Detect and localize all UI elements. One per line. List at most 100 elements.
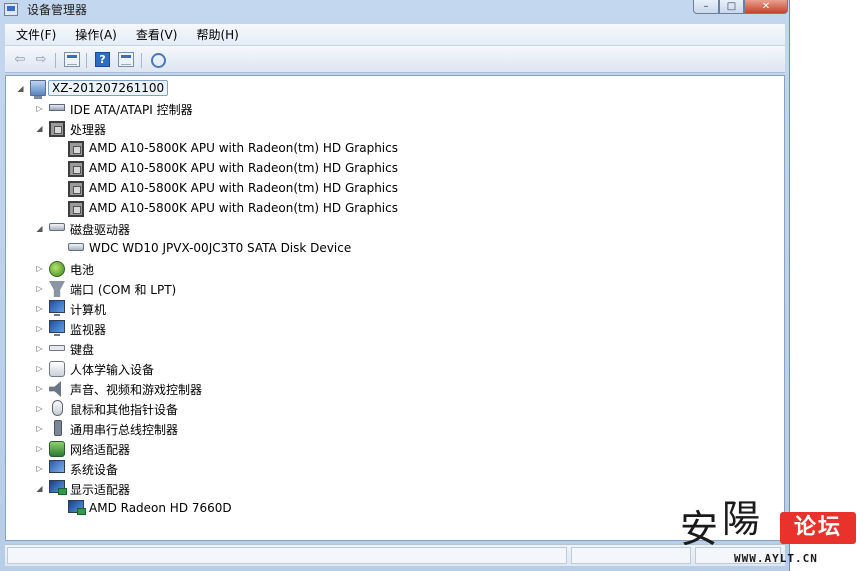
forward-arrow-icon[interactable]: ⇨ (32, 51, 50, 68)
tree-item-label: 显示适配器 (70, 483, 131, 497)
tree-root[interactable]: ◢ XZ-201207261100 (6, 79, 776, 99)
device-tree: ◢ XZ-201207261100 ▷ IDE ATA/ATAPI 控制器 ◢ … (5, 75, 785, 541)
tree-item-sound[interactable]: ▷ 声音、视频和游戏控制器 (6, 379, 776, 399)
tree-item-label: 鼠标和其他指针设备 (70, 403, 179, 417)
expand-toggle[interactable]: ▷ (35, 104, 44, 113)
device-manager-app-icon (4, 3, 18, 16)
maximize-button[interactable]: □ (719, 0, 744, 14)
speaker-icon (49, 381, 61, 397)
tree-item-gpu[interactable]: AMD Radeon HD 7660D (6, 499, 776, 519)
display-adapter-icon (68, 500, 86, 515)
hid-icon (49, 361, 65, 377)
menu-help[interactable]: 帮助(H) (185, 26, 246, 43)
tree-item-keyboard[interactable]: ▷ 键盘 (6, 339, 776, 359)
tree-item-label: 磁盘驱动器 (70, 223, 131, 237)
site-watermark-logo: 安陽 论坛 WWW.AYLT.CN (676, 497, 864, 571)
processor-icon (49, 121, 65, 137)
network-adapter-icon (49, 441, 65, 457)
expand-toggle[interactable]: ▷ (35, 324, 44, 333)
battery-icon (49, 261, 65, 277)
tree-item-label: WDC WD10 JPVX-00JC3T0 SATA Disk Device (89, 241, 352, 255)
watermark-badge: 论坛 (780, 512, 856, 544)
toolbar-divider (55, 53, 56, 68)
tree-item-usb[interactable]: ▷ 通用串行总线控制器 (6, 419, 776, 439)
watermark-chars: 安陽 (680, 497, 765, 553)
menu-view[interactable]: 查看(V) (125, 26, 186, 43)
tree-item-computer[interactable]: ▷ 计算机 (6, 299, 776, 319)
tree-item-display-adapters[interactable]: ◢ 显示适配器 (6, 479, 776, 499)
tree-item-cpu[interactable]: AMD A10-5800K APU with Radeon(tm) HD Gra… (6, 179, 776, 199)
processor-icon (68, 161, 84, 177)
watermark-url: WWW.AYLT.CN (734, 552, 818, 565)
tree-item-label: AMD A10-5800K APU with Radeon(tm) HD Gra… (89, 181, 398, 195)
back-arrow-icon[interactable]: ⇦ (11, 51, 29, 68)
expand-toggle[interactable]: ▷ (35, 444, 44, 453)
expand-toggle[interactable]: ▷ (35, 384, 44, 393)
expand-toggle[interactable]: ▷ (35, 264, 44, 273)
tree-root-label[interactable]: XZ-201207261100 (48, 80, 169, 96)
mouse-icon (52, 400, 63, 416)
system-device-icon (49, 460, 65, 473)
ide-controller-icon (49, 104, 65, 111)
expand-toggle[interactable]: ◢ (35, 224, 44, 233)
expand-toggle[interactable]: ▷ (35, 364, 44, 373)
tree-item-mice[interactable]: ▷ 鼠标和其他指针设备 (6, 399, 776, 419)
tree-item-cpu[interactable]: AMD A10-5800K APU with Radeon(tm) HD Gra… (6, 139, 776, 159)
processor-icon (68, 201, 84, 217)
expand-toggle[interactable]: ▷ (35, 424, 44, 433)
expand-toggle[interactable]: ▷ (35, 404, 44, 413)
tree-item-ports[interactable]: ▷ 端口 (COM 和 LPT) (6, 279, 776, 299)
tree-item-cpu[interactable]: AMD A10-5800K APU with Radeon(tm) HD Gra… (6, 199, 776, 219)
tree-item-label: 网络适配器 (70, 443, 131, 457)
tree-item-label: 键盘 (70, 343, 95, 357)
computer-icon (30, 80, 46, 99)
tree-item-label: AMD A10-5800K APU with Radeon(tm) HD Gra… (89, 141, 398, 155)
expand-toggle[interactable]: ▷ (35, 304, 44, 313)
expand-toggle[interactable]: ◢ (16, 84, 25, 93)
tree-item-monitors[interactable]: ▷ 监视器 (6, 319, 776, 339)
window-controls: – □ ✕ (693, 0, 788, 14)
expand-toggle[interactable]: ▷ (35, 284, 44, 293)
tree-item-label: 声音、视频和游戏控制器 (70, 383, 203, 397)
menu-action[interactable]: 操作(A) (64, 26, 125, 43)
disk-drive-icon (68, 243, 84, 251)
toolbar-divider (86, 53, 87, 68)
toolbar: ⇦ ⇨ ? (5, 46, 785, 73)
tree-item-label: 端口 (COM 和 LPT) (70, 283, 177, 297)
title-bar[interactable]: 设备管理器 – □ ✕ (0, 0, 790, 20)
expand-toggle[interactable]: ▷ (35, 464, 44, 473)
monitor-icon (49, 320, 65, 336)
expand-toggle[interactable]: ◢ (35, 124, 44, 133)
properties-pane-icon[interactable] (118, 52, 134, 67)
show-hide-console-tree-icon[interactable] (64, 52, 80, 67)
tree-item-label: 电池 (70, 263, 95, 277)
tree-item-label: AMD Radeon HD 7660D (89, 501, 232, 515)
expand-toggle[interactable]: ▷ (35, 344, 44, 353)
disk-drive-icon (49, 223, 65, 231)
tree-item-network[interactable]: ▷ 网络适配器 (6, 439, 776, 459)
watermark-char: 陽 (722, 497, 765, 541)
processor-icon (68, 181, 84, 197)
tree-item-disk[interactable]: WDC WD10 JPVX-00JC3T0 SATA Disk Device (6, 239, 776, 259)
keyboard-icon (49, 345, 65, 351)
menu-bar: 文件(F) 操作(A) 查看(V) 帮助(H) (5, 24, 785, 45)
close-button[interactable]: ✕ (744, 0, 788, 14)
tree-item-hid[interactable]: ▷ 人体学输入设备 (6, 359, 776, 379)
tree-item-processors[interactable]: ◢ 处理器 (6, 119, 776, 139)
minimize-button[interactable]: – (693, 0, 719, 14)
tree-item-label: 系统设备 (70, 463, 119, 477)
tree-item-battery[interactable]: ▷ 电池 (6, 259, 776, 279)
processor-icon (68, 141, 84, 157)
expand-toggle[interactable]: ◢ (35, 484, 44, 493)
usb-icon (54, 420, 62, 436)
port-icon (49, 281, 65, 297)
tree-item-cpu[interactable]: AMD A10-5800K APU with Radeon(tm) HD Gra… (6, 159, 776, 179)
help-icon[interactable]: ? (95, 52, 110, 67)
computer-icon (49, 300, 65, 316)
tree-item-disk-drives[interactable]: ◢ 磁盘驱动器 (6, 219, 776, 239)
scan-hardware-changes-icon[interactable] (149, 52, 167, 69)
tree-item-ide[interactable]: ▷ IDE ATA/ATAPI 控制器 (6, 99, 776, 119)
menu-file[interactable]: 文件(F) (5, 26, 64, 43)
tree-item-label: 监视器 (70, 323, 107, 337)
tree-item-system[interactable]: ▷ 系统设备 (6, 459, 776, 479)
